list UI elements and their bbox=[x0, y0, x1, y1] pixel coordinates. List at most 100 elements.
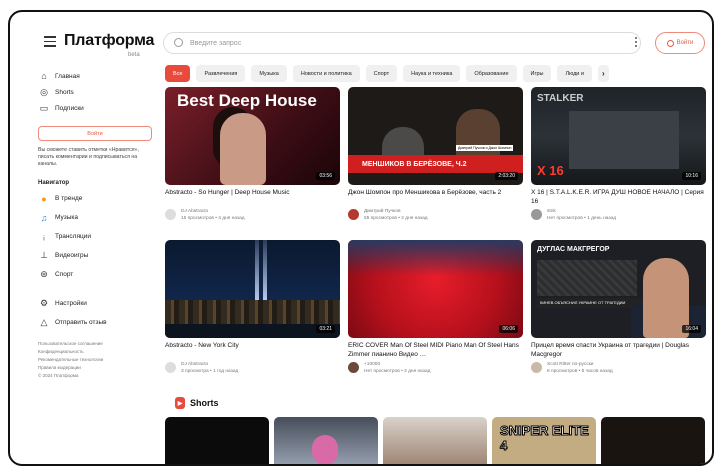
gamepad-icon: ⊥ bbox=[40, 250, 48, 260]
shorts-icon: ◎ bbox=[40, 86, 48, 97]
short-thumbnail[interactable] bbox=[601, 417, 705, 464]
video-card: STALKER X 16 10:16 X 16 | S.T.A.L.K.E.R.… bbox=[531, 87, 706, 222]
menu-icon[interactable] bbox=[44, 36, 56, 47]
live-icon: ᵢ bbox=[43, 231, 45, 242]
sidebar-item-label: Отправить отзыв bbox=[55, 319, 107, 326]
chip-entertainment[interactable]: Развлечения bbox=[196, 65, 246, 82]
video-title[interactable]: Прицел время спасти Украина от трагедии … bbox=[531, 342, 706, 359]
short-thumbnail-text: SNIPER ELITE 4 bbox=[500, 423, 590, 454]
channel-avatar[interactable] bbox=[531, 209, 542, 220]
footer-link[interactable]: Пользовательское соглашение bbox=[38, 340, 164, 348]
video-stats: 3 просмотра • 1 год назад bbox=[181, 368, 239, 374]
video-stats: Нет просмотров • 1 день назад bbox=[547, 215, 616, 221]
video-duration: 16:04 bbox=[682, 325, 701, 333]
chip-music[interactable]: Музыка bbox=[251, 65, 287, 82]
channel-avatar[interactable] bbox=[348, 362, 359, 373]
fire-icon: ● bbox=[41, 193, 47, 204]
chip-science[interactable]: Наука и техника bbox=[403, 65, 461, 82]
thumbnail-text: МЕНШИКОВ В БЕРЁЗОВЕ, Ч.2 bbox=[348, 155, 523, 173]
shorts-title: Shorts bbox=[190, 398, 219, 408]
sidebar-item-label: Музыка bbox=[55, 214, 78, 221]
sidebar-item-label: Подписки bbox=[55, 104, 84, 112]
logo[interactable]: Платформа bbox=[64, 32, 154, 50]
chip-news[interactable]: Новости и политика bbox=[292, 65, 360, 82]
video-card: Дмитрий Пучков и Джон Шомпон МЕНШИКОВ В … bbox=[348, 87, 523, 222]
sidebar-item-home[interactable]: ⌂ Главная bbox=[38, 68, 164, 84]
thumbnail-game-title: STALKER bbox=[537, 93, 584, 104]
video-title[interactable]: Abstracto - So Hunger | Deep House Music bbox=[165, 189, 340, 206]
video-duration: 2:03:20 bbox=[495, 172, 518, 180]
logo-beta-label: beta bbox=[128, 52, 140, 58]
browser-frame: Платформа beta Войти ⌂ Главная ◎ Shorts … bbox=[8, 10, 714, 466]
video-duration: 06:06 bbox=[499, 325, 518, 333]
video-thumbnail[interactable]: Best Deep House 03:56 bbox=[165, 87, 340, 185]
video-title[interactable]: ERIC COVER Man Of Steel MIDI Piano Man O… bbox=[348, 342, 523, 359]
sidebar-item-label: Видеоигры bbox=[55, 252, 89, 259]
channel-avatar[interactable] bbox=[165, 362, 176, 373]
thumbnail-text: Best Deep House bbox=[177, 91, 317, 110]
video-stats: 15 просмотров • 4 дня назад bbox=[181, 215, 245, 221]
video-thumbnail[interactable]: 03:21 bbox=[165, 240, 340, 338]
chip-sport[interactable]: Спорт bbox=[365, 65, 398, 82]
thumbnail-text: X 16 bbox=[537, 163, 564, 178]
login-hint-text: Вы сможете ставить отметки «Нравится», п… bbox=[38, 147, 139, 167]
search-input[interactable] bbox=[190, 35, 630, 51]
chip-games[interactable]: Игры bbox=[522, 65, 552, 82]
search-bar[interactable] bbox=[163, 32, 641, 54]
thumbnail-strip: КИНЕВ ОБЪЯСНИЛ УКРАИНЕ ОТ ТРАГЕДИИ bbox=[537, 298, 643, 308]
channel-avatar[interactable] bbox=[348, 209, 359, 220]
short-thumbnail[interactable]: SNIPER ELITE 4 bbox=[492, 417, 596, 464]
chips-next-button[interactable]: › bbox=[597, 65, 609, 82]
login-button[interactable]: Войти bbox=[655, 32, 705, 54]
chip-people[interactable]: Люди и bbox=[557, 65, 592, 82]
user-icon bbox=[666, 39, 674, 47]
sidebar-item-subscriptions[interactable]: ▭ Подписки bbox=[38, 100, 164, 116]
video-title[interactable]: Abstracto - New York City bbox=[165, 342, 340, 359]
footer-link[interactable]: Правила модерации bbox=[38, 364, 164, 372]
sidebar: ⌂ Главная ◎ Shorts ▭ Подписки Войти Вы с… bbox=[38, 68, 164, 464]
video-thumbnail[interactable]: STALKER X 16 10:16 bbox=[531, 87, 706, 185]
video-stats: Нет просмотров • 2 дня назад bbox=[364, 368, 431, 374]
video-thumbnail[interactable]: ДУГЛАС МАКГРЕГОР КИНЕВ ОБЪЯСНИЛ УКРАИНЕ … bbox=[531, 240, 706, 338]
sidebar-login-button[interactable]: Войти bbox=[38, 126, 152, 141]
video-title[interactable]: Джон Шомпон про Меншикова в Берёзове, ча… bbox=[348, 189, 523, 206]
channel-avatar[interactable] bbox=[531, 362, 542, 373]
footer-link[interactable]: Рекомендательные технологии bbox=[38, 356, 164, 364]
sidebar-item-music[interactable]: ♫ Музыка bbox=[38, 208, 164, 227]
video-thumbnail[interactable]: 06:06 bbox=[348, 240, 523, 338]
more-options-icon[interactable] bbox=[634, 37, 638, 49]
video-stats: 55 просмотров • 2 дня назад bbox=[364, 215, 428, 221]
sidebar-item-settings[interactable]: ⚙ Настройки bbox=[38, 294, 164, 313]
thumbnail-text: ДУГЛАС МАКГРЕГОР bbox=[537, 246, 610, 253]
sidebar-item-label: Спорт bbox=[55, 271, 74, 278]
login-button-label: Войти bbox=[676, 40, 694, 46]
chip-all[interactable]: Все bbox=[165, 65, 191, 82]
copyright: © 2024 Платформа bbox=[38, 373, 79, 378]
chip-education[interactable]: Образование bbox=[466, 65, 517, 82]
home-icon: ⌂ bbox=[41, 71, 47, 81]
video-stats: 8 просмотров • 5 часов назад bbox=[547, 368, 613, 374]
trophy-icon: ⊛ bbox=[40, 269, 48, 279]
sidebar-item-label: Трансляции bbox=[55, 233, 91, 240]
sidebar-item-shorts[interactable]: ◎ Shorts bbox=[38, 84, 164, 100]
short-thumbnail[interactable] bbox=[274, 417, 378, 464]
sidebar-item-feedback[interactable]: △ Отправить отзыв bbox=[38, 313, 164, 332]
sidebar-item-label: В тренде bbox=[55, 195, 83, 202]
sidebar-item-live[interactable]: ᵢ Трансляции bbox=[38, 227, 164, 246]
search-icon[interactable] bbox=[174, 38, 183, 47]
short-thumbnail[interactable] bbox=[383, 417, 487, 464]
video-title[interactable]: X 16 | S.T.A.L.K.E.R. ИГРА ДУШ НОВОЕ НАЧ… bbox=[531, 189, 706, 206]
video-thumbnail[interactable]: Дмитрий Пучков и Джон Шомпон МЕНШИКОВ В … bbox=[348, 87, 523, 185]
category-chips: Все Развлечения Музыка Новости и политик… bbox=[165, 65, 706, 83]
subscriptions-icon: ▭ bbox=[39, 102, 49, 113]
sidebar-item-trending[interactable]: ● В тренде bbox=[38, 189, 164, 208]
channel-avatar[interactable] bbox=[165, 209, 176, 220]
sidebar-item-games[interactable]: ⊥ Видеоигры bbox=[38, 246, 164, 265]
video-duration: 03:21 bbox=[316, 325, 335, 333]
shorts-icon: ▶ bbox=[175, 397, 185, 409]
footer-link[interactable]: Конфиденциальность bbox=[38, 348, 164, 356]
sidebar-item-sport[interactable]: ⊛ Спорт bbox=[38, 265, 164, 284]
sidebar-item-label: Shorts bbox=[55, 88, 74, 96]
footer-links: Пользовательское соглашение Конфиденциал… bbox=[38, 340, 164, 380]
short-thumbnail[interactable] bbox=[165, 417, 269, 464]
